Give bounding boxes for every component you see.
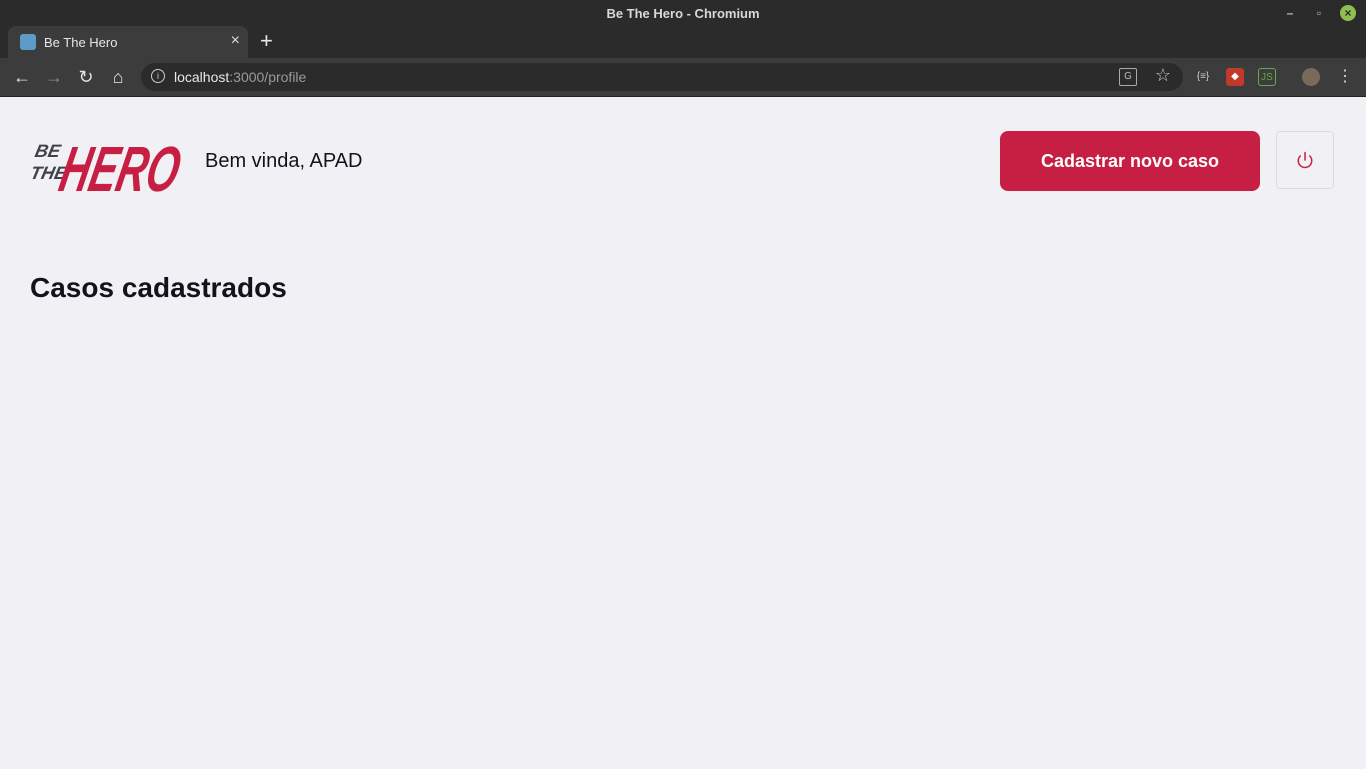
welcome-message: Bem vinda, APAD [205, 150, 363, 172]
forward-arrow-icon[interactable]: → [42, 65, 66, 89]
tab-be-the-hero[interactable]: Be The Hero × [8, 26, 248, 58]
svg-text:HERO: HERO [54, 133, 182, 193]
minimize-icon[interactable]: – [1282, 5, 1298, 21]
tab-label: Be The Hero [44, 35, 118, 50]
logout-button[interactable] [1276, 131, 1334, 189]
extension-icon[interactable]: ◆ [1226, 68, 1244, 86]
power-icon [1297, 151, 1313, 169]
page-title: Casos cadastrados [30, 272, 287, 303]
svg-text:BE: BE [33, 141, 63, 161]
star-icon[interactable]: ☆ [1155, 65, 1171, 86]
profile-page: BE THE HERO Bem vinda, APAD Cadastrar no… [0, 97, 1366, 769]
reload-icon[interactable]: ↻ [74, 65, 98, 89]
browser-toolbar: ← → ↻ ⌂ i localhost:3000/profile G ☆ {≡}… [0, 58, 1366, 97]
restore-icon[interactable]: ▫ [1311, 5, 1327, 21]
register-new-case-button[interactable]: Cadastrar novo caso [1000, 131, 1260, 191]
profile-avatar-icon[interactable] [1302, 68, 1320, 86]
info-icon[interactable]: i [151, 69, 165, 83]
extension-icon[interactable]: {≡} [1194, 68, 1212, 86]
translate-icon[interactable]: G [1119, 68, 1137, 86]
menu-dots-icon[interactable]: ⋮ [1336, 68, 1354, 86]
be-the-hero-logo: BE THE HERO [30, 133, 182, 193]
close-window-icon[interactable]: × [1340, 5, 1356, 21]
window-title: Be The Hero - Chromium [606, 6, 760, 21]
react-favicon-icon [20, 34, 36, 50]
back-arrow-icon[interactable]: ← [10, 65, 34, 89]
close-tab-icon[interactable]: × [231, 32, 240, 50]
extension-icon[interactable]: JS [1258, 68, 1276, 86]
window-titlebar: Be The Hero - Chromium – ▫ × [0, 0, 1366, 26]
url-text[interactable]: localhost:3000/profile [174, 69, 306, 85]
tab-strip: Be The Hero × + [0, 26, 1366, 58]
address-bar[interactable]: i localhost:3000/profile G ☆ [141, 63, 1183, 91]
home-icon[interactable]: ⌂ [106, 65, 130, 89]
new-tab-icon[interactable]: + [260, 28, 273, 54]
